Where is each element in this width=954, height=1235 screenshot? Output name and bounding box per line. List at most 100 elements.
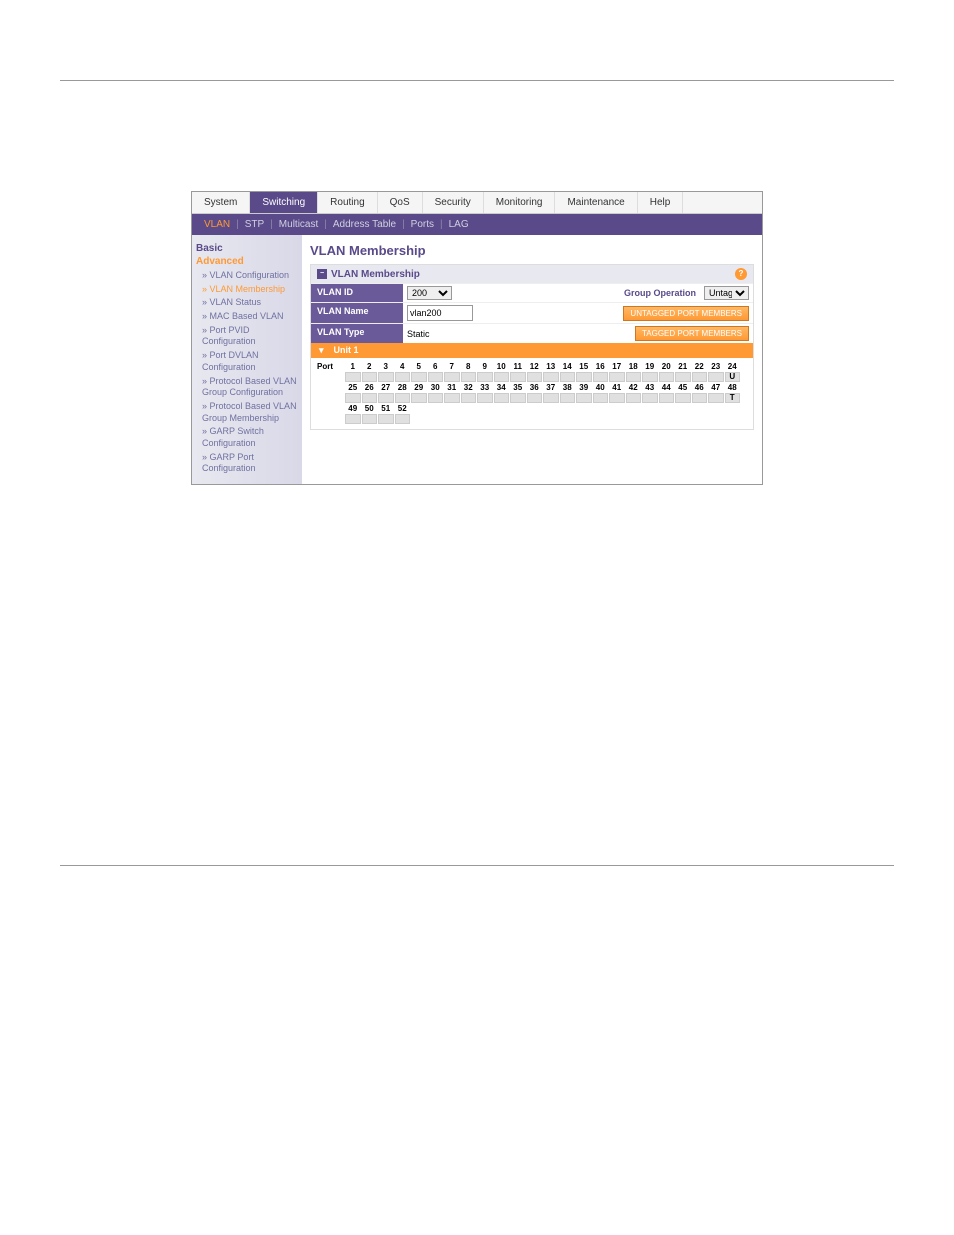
port-cell[interactable] (543, 372, 559, 382)
port-cell[interactable] (395, 393, 411, 403)
group-op-select[interactable]: Untag All (704, 286, 749, 300)
vlan-name-label: VLAN Name (311, 303, 403, 323)
port-cell[interactable] (642, 393, 658, 403)
tab-monitoring[interactable]: Monitoring (484, 192, 556, 213)
port-cell[interactable] (527, 372, 543, 382)
port-num: 39 (576, 383, 592, 392)
port-cell[interactable]: U (725, 372, 741, 382)
port-cell[interactable] (345, 414, 361, 424)
port-cell[interactable] (675, 393, 691, 403)
unit-collapse-icon[interactable]: ▾ (319, 345, 324, 356)
port-cell[interactable] (510, 372, 526, 382)
sidebar-basic[interactable]: Basic (196, 243, 298, 254)
port-cell[interactable] (461, 372, 477, 382)
port-cell[interactable] (560, 393, 576, 403)
port-cell[interactable] (444, 393, 460, 403)
port-cell[interactable] (494, 372, 510, 382)
port-cell[interactable] (543, 393, 559, 403)
port-num: 23 (708, 362, 724, 371)
vlan-id-select[interactable]: 200 (407, 286, 452, 300)
port-cell[interactable] (378, 372, 394, 382)
tagged-members-button[interactable]: TAGGED PORT MEMBERS (635, 326, 749, 341)
port-cell[interactable] (461, 393, 477, 403)
subtab-stp[interactable]: STP (239, 217, 270, 232)
port-cell[interactable] (692, 372, 708, 382)
sidebar-advanced[interactable]: Advanced (196, 256, 298, 267)
sidebar-item-vlan-config[interactable]: » VLAN Configuration (196, 269, 298, 283)
port-cell[interactable] (428, 372, 444, 382)
port-num: 38 (560, 383, 576, 392)
sidebar-item-mac-vlan[interactable]: » MAC Based VLAN (196, 310, 298, 324)
port-cell[interactable] (362, 414, 378, 424)
port-cell[interactable] (395, 372, 411, 382)
port-cell[interactable] (345, 372, 361, 382)
sidebar-item-proto-group-config[interactable]: » Protocol Based VLAN Group Configuratio… (196, 375, 298, 400)
port-cell[interactable] (659, 393, 675, 403)
port-cell[interactable] (345, 393, 361, 403)
port-cell[interactable] (362, 393, 378, 403)
port-cell[interactable] (576, 393, 592, 403)
subtab-ports[interactable]: Ports (405, 217, 440, 232)
port-cell[interactable] (477, 393, 493, 403)
port-cell[interactable]: T (725, 393, 741, 403)
port-cell[interactable] (675, 372, 691, 382)
port-cell[interactable] (692, 393, 708, 403)
port-cell[interactable] (411, 393, 427, 403)
port-num: 11 (510, 362, 526, 371)
port-cell[interactable] (593, 393, 609, 403)
sidebar-item-garp-port[interactable]: » GARP Port Configuration (196, 451, 298, 476)
sidebar-item-vlan-status[interactable]: » VLAN Status (196, 296, 298, 310)
subtab-vlan[interactable]: VLAN (198, 217, 236, 232)
port-cell[interactable] (593, 372, 609, 382)
port-cell[interactable] (642, 372, 658, 382)
collapse-icon[interactable]: − (317, 269, 327, 279)
sidebar-item-vlan-membership[interactable]: » VLAN Membership (196, 283, 298, 297)
port-cell[interactable] (609, 372, 625, 382)
help-icon[interactable]: ? (735, 268, 747, 280)
sidebar-item-garp-switch[interactable]: » GARP Switch Configuration (196, 425, 298, 450)
port-cell[interactable] (626, 393, 642, 403)
tab-help[interactable]: Help (638, 192, 684, 213)
port-num: 43 (642, 383, 658, 392)
port-cell[interactable] (362, 372, 378, 382)
tab-switching[interactable]: Switching (250, 192, 318, 213)
vlan-name-input[interactable] (407, 305, 473, 321)
port-num: 52 (395, 404, 411, 413)
port-cell[interactable] (378, 393, 394, 403)
tab-qos[interactable]: QoS (378, 192, 423, 213)
port-cell[interactable] (428, 393, 444, 403)
sidebar-item-proto-group-membership[interactable]: » Protocol Based VLAN Group Membership (196, 400, 298, 425)
sidebar-item-port-pvid[interactable]: » Port PVID Configuration (196, 324, 298, 349)
subtab-lag[interactable]: LAG (443, 217, 475, 232)
port-cell[interactable] (444, 372, 460, 382)
port-cell[interactable] (576, 372, 592, 382)
port-num: 28 (395, 383, 411, 392)
port-cell[interactable] (510, 393, 526, 403)
port-num: 41 (609, 383, 625, 392)
port-cell[interactable] (477, 372, 493, 382)
port-num: 19 (642, 362, 658, 371)
subtab-multicast[interactable]: Multicast (273, 217, 324, 232)
port-num: 32 (461, 383, 477, 392)
tab-routing[interactable]: Routing (318, 192, 377, 213)
tab-system[interactable]: System (192, 192, 250, 213)
port-cell[interactable] (609, 393, 625, 403)
tab-security[interactable]: Security (423, 192, 484, 213)
port-num: 30 (428, 383, 444, 392)
port-cell[interactable] (378, 414, 394, 424)
port-cell[interactable] (527, 393, 543, 403)
port-cell[interactable] (411, 372, 427, 382)
port-cell[interactable] (708, 393, 724, 403)
port-cell[interactable] (560, 372, 576, 382)
port-cell[interactable] (708, 372, 724, 382)
sub-tabs: VLAN | STP | Multicast | Address Table |… (192, 214, 762, 235)
port-cell[interactable] (659, 372, 675, 382)
port-cell[interactable] (626, 372, 642, 382)
port-cell[interactable] (494, 393, 510, 403)
subtab-address-table[interactable]: Address Table (327, 217, 402, 232)
port-num: 42 (626, 383, 642, 392)
untagged-members-button[interactable]: UNTAGGED PORT MEMBERS (623, 306, 749, 321)
tab-maintenance[interactable]: Maintenance (555, 192, 637, 213)
port-cell[interactable] (395, 414, 411, 424)
sidebar-item-port-dvlan[interactable]: » Port DVLAN Configuration (196, 349, 298, 374)
